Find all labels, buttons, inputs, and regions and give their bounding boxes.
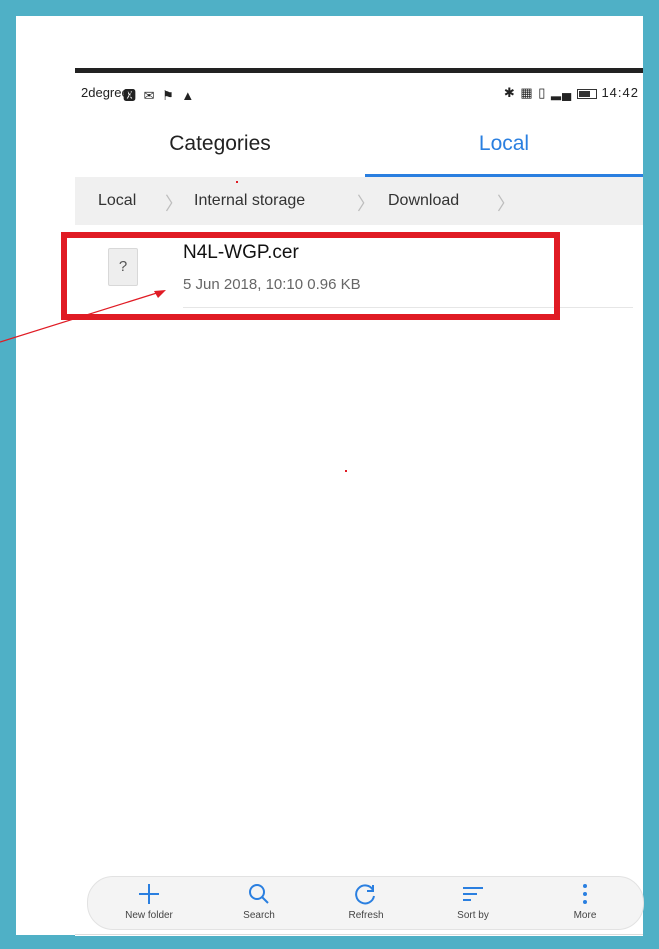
search-icon xyxy=(214,881,304,907)
stray-mark xyxy=(236,181,238,183)
more-button[interactable]: More xyxy=(540,877,630,929)
refresh-button[interactable]: Refresh xyxy=(321,877,411,929)
tab-bar: Categories Local xyxy=(75,111,643,177)
status-time: 14:42 xyxy=(601,85,639,100)
new-folder-label: New folder xyxy=(125,910,173,921)
bottom-divider xyxy=(75,934,643,935)
refresh-icon xyxy=(321,881,411,907)
signal-icons: ✱ ▦ ▯ ▂▄ xyxy=(503,85,573,100)
bottom-toolbar: New folder Search Refresh Sort by More xyxy=(87,876,644,930)
battery-icon xyxy=(576,88,597,99)
frame-top xyxy=(0,0,659,16)
breadcrumb-internal-storage[interactable]: Internal storage xyxy=(194,192,305,210)
breadcrumb-local[interactable]: Local xyxy=(98,192,136,210)
more-label: More xyxy=(573,910,597,921)
sort-by-label: Sort by xyxy=(457,910,489,921)
stray-mark xyxy=(345,470,347,472)
new-folder-button[interactable]: New folder xyxy=(104,877,194,929)
tab-categories[interactable]: Categories xyxy=(75,111,365,177)
phone-screen: 2degrees 🆇 ✉ ⚑ ▲ ✱ ▦ ▯ ▂▄ 14:42 Categori… xyxy=(75,68,643,936)
chevron-right-icon: 〉 xyxy=(357,194,375,214)
chevron-right-icon: 〉 xyxy=(497,194,515,214)
sort-by-button[interactable]: Sort by xyxy=(428,877,518,929)
status-bar: 2degrees 🆇 ✉ ⚑ ▲ ✱ ▦ ▯ ▂▄ 14:42 xyxy=(75,73,643,111)
tab-local[interactable]: Local xyxy=(365,111,643,177)
plus-icon xyxy=(104,881,194,907)
frame-right xyxy=(643,0,659,949)
system-icons: ✱ ▦ ▯ ▂▄ 14:42 xyxy=(504,85,639,101)
refresh-label: Refresh xyxy=(348,910,384,921)
chevron-right-icon: 〉 xyxy=(165,194,183,214)
breadcrumb-download[interactable]: Download xyxy=(388,192,459,210)
more-icon xyxy=(540,881,630,907)
search-button[interactable]: Search xyxy=(214,877,304,929)
frame-left xyxy=(0,0,16,949)
frame-bottom xyxy=(0,935,659,949)
notification-icons: 🆇 ✉ ⚑ ▲ xyxy=(123,88,197,103)
annotation-arrow xyxy=(0,290,166,343)
breadcrumb: Local 〉 Internal storage 〉 Download 〉 xyxy=(75,177,643,225)
search-label: Search xyxy=(243,910,275,921)
sort-icon xyxy=(428,881,518,907)
